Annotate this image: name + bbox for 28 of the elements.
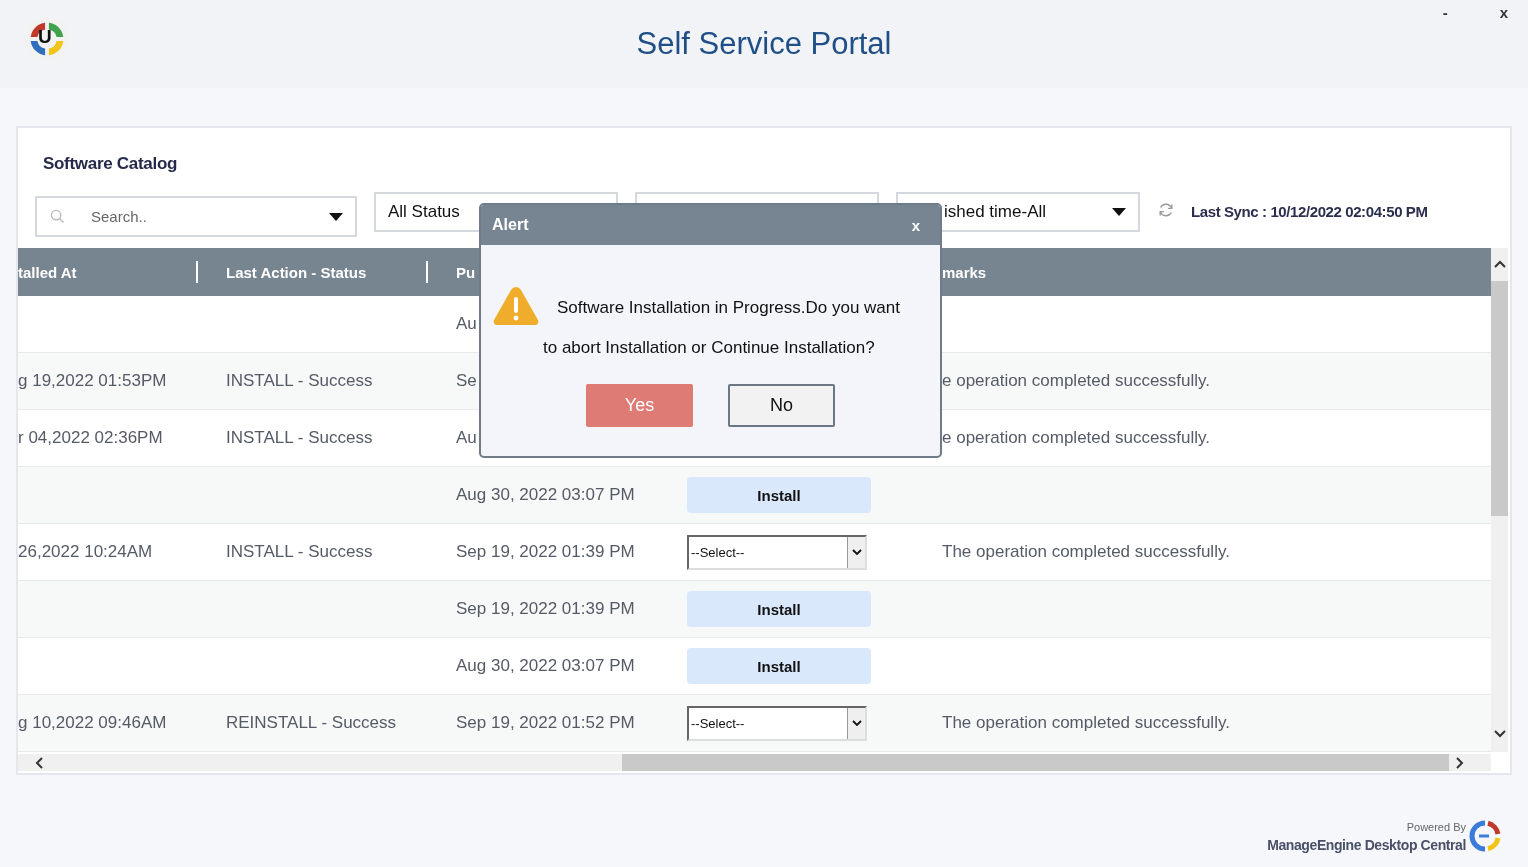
product-name: ManageEngine Desktop Central: [1267, 837, 1466, 853]
table-cell: Aug 30, 2022 03:07 PM: [456, 485, 635, 505]
section-title: Software Catalog: [43, 154, 179, 174]
table-cell: Au: [456, 428, 477, 448]
table-cell: INSTALL - Success: [226, 542, 373, 562]
table-cell: g 19,2022 01:53PM: [18, 371, 167, 391]
logo-letter: U: [38, 26, 52, 48]
table-cell: Aug 30, 2022 03:07 PM: [456, 656, 635, 676]
window-title: Self Service Portal: [636, 26, 892, 62]
table-cell: r 04,2022 02:36PM: [18, 428, 163, 448]
dialog-message: Software Installation in Progress.Do you want to abort Installation or Continue Installation?: [543, 297, 901, 359]
table-cell: Au: [456, 314, 477, 334]
table-cell: Sep 19, 2022 01:52 PM: [456, 713, 635, 733]
table-cell: e operation completed successfully.: [942, 428, 1211, 448]
table-cell: Sep 19, 2022 01:39 PM: [456, 542, 635, 562]
table-cell: 26,2022 10:24AM: [18, 542, 153, 562]
dialog-title: Alert: [492, 216, 529, 234]
table-cell: Sep 19, 2022 01:39 PM: [456, 599, 635, 619]
table-cell: INSTALL - Success: [226, 371, 373, 391]
table-cell: g 10,2022 09:46AM: [18, 713, 167, 733]
table-cell: The operation completed successfully.: [942, 542, 1230, 562]
table-cell: The operation completed successfully.: [942, 713, 1230, 733]
table-cell: e operation completed successfully.: [942, 371, 1211, 391]
powered-by-text: Powered By: [1406, 821, 1466, 833]
table-cell: Se: [456, 371, 477, 391]
last-sync-text: Last Sync : 10/12/2022 02:04:50 PM: [1191, 203, 1428, 220]
table-cell: REINSTALL - Success: [226, 713, 397, 733]
table-cell: INSTALL - Success: [226, 428, 373, 448]
